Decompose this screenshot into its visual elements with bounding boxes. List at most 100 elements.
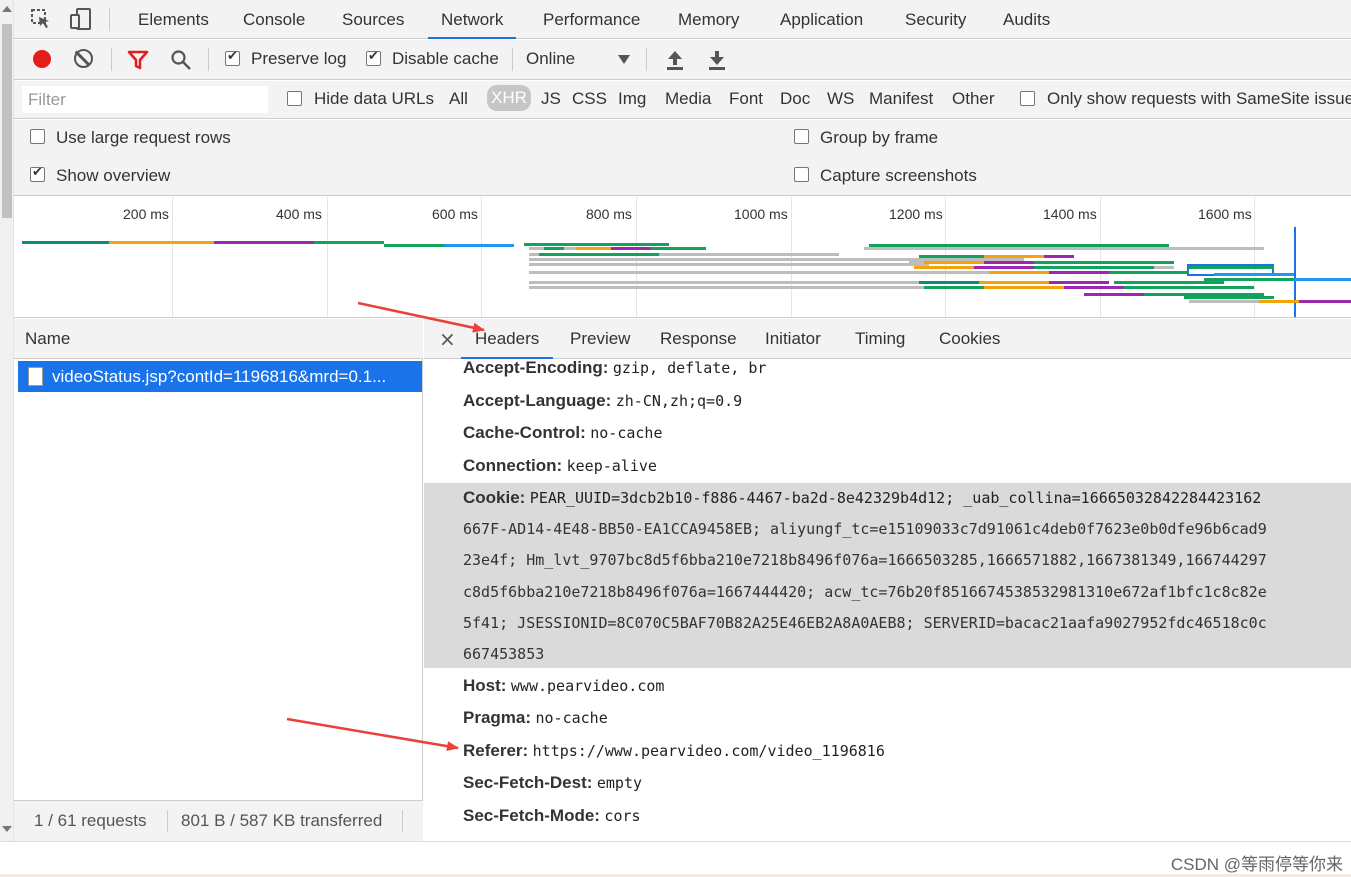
- tab-memory[interactable]: Memory: [678, 0, 739, 39]
- waterfall-bar: [979, 281, 1049, 284]
- cookie-line: 5f41; JSESSIONID=8C070C5BAF70B82A25E46EB…: [463, 614, 1267, 632]
- filter-type-font[interactable]: Font: [729, 89, 763, 109]
- waterfall-bar: [1034, 266, 1154, 269]
- divider: [512, 48, 513, 71]
- tab-audits[interactable]: Audits: [1003, 0, 1050, 39]
- waterfall-bar: [529, 258, 909, 261]
- request-count: 1 / 61 requests: [34, 811, 147, 830]
- scroll-down-icon[interactable]: [2, 826, 12, 832]
- tab-headers[interactable]: Headers: [461, 319, 554, 359]
- page-scrollbar[interactable]: [0, 0, 14, 843]
- search-icon[interactable]: [170, 49, 192, 71]
- name-column-header[interactable]: Name: [14, 319, 423, 359]
- waterfall-bar: [984, 286, 1064, 289]
- scrollbar-thumb[interactable]: [2, 24, 12, 218]
- grid-line: [327, 197, 328, 317]
- disable-cache-checkbox[interactable]: [366, 49, 381, 66]
- waterfall-bar: [529, 286, 929, 289]
- capture-screenshots-checkbox[interactable]: [794, 167, 809, 182]
- waterfall-bar: [529, 281, 919, 284]
- filter-type-xhr[interactable]: XHR: [487, 85, 531, 111]
- header-accept-language: Accept-Language: zh-CN,zh;q=0.9: [463, 391, 743, 410]
- filter-type-manifest[interactable]: Manifest: [869, 89, 933, 109]
- waterfall-bar: [984, 255, 1044, 258]
- device-toolbar-icon[interactable]: [70, 8, 92, 30]
- throttling-select[interactable]: Online: [526, 49, 575, 69]
- tab-application[interactable]: Application: [780, 0, 863, 39]
- group-by-frame-checkbox[interactable]: [794, 129, 809, 144]
- waterfall-bar: [1049, 271, 1109, 274]
- header-cache-control: Cache-Control: no-cache: [463, 423, 663, 442]
- waterfall-bar: [529, 263, 929, 266]
- waterfall-bar: [989, 271, 1049, 274]
- close-icon[interactable]: ×: [439, 327, 456, 351]
- waterfall-bar: [864, 247, 1264, 250]
- waterfall-bar: [1114, 281, 1224, 284]
- filter-type-img[interactable]: Img: [618, 89, 646, 109]
- waterfall-bar: [539, 253, 659, 256]
- waterfall-bar: [109, 241, 214, 244]
- filter-type-media[interactable]: Media: [665, 89, 711, 109]
- request-row[interactable]: videoStatus.jsp?contId=1196816&mrd=0.1..…: [18, 361, 422, 392]
- filter-input[interactable]: [22, 86, 268, 113]
- samesite-checkbox[interactable]: [1020, 91, 1035, 106]
- inspect-element-icon[interactable]: [30, 8, 52, 30]
- tab-security[interactable]: Security: [905, 0, 966, 39]
- record-icon[interactable]: [33, 50, 51, 68]
- export-har-icon[interactable]: [708, 49, 726, 71]
- divider: [646, 48, 647, 71]
- filter-type-doc[interactable]: Doc: [780, 89, 810, 109]
- waterfall-bar: [1124, 261, 1174, 264]
- request-details: × Headers Preview Response Initiator Tim…: [424, 319, 1351, 841]
- details-tabbar: × Headers Preview Response Initiator Tim…: [424, 319, 1351, 359]
- waterfall-bar: [1034, 261, 1124, 264]
- tick-label: 1200 ms: [889, 206, 943, 222]
- preserve-log-checkbox[interactable]: [225, 49, 240, 66]
- capture-screenshots-label: Capture screenshots: [820, 166, 977, 185]
- tab-network[interactable]: Network: [428, 0, 517, 39]
- tick-label: 600 ms: [432, 206, 478, 222]
- clear-icon[interactable]: [74, 49, 93, 68]
- waterfall-bar: [984, 261, 1034, 264]
- filter-type-css[interactable]: CSS: [572, 89, 607, 109]
- divider: [111, 48, 112, 71]
- scroll-up-icon[interactable]: [2, 6, 12, 12]
- filter-type-js[interactable]: JS: [541, 89, 561, 109]
- grid-line: [172, 197, 173, 317]
- grid-line: [1100, 197, 1101, 317]
- waterfall-bar: [1259, 300, 1299, 303]
- chevron-down-icon[interactable]: [618, 55, 630, 64]
- tab-console[interactable]: Console: [243, 0, 305, 39]
- bottom-strip: CSDN @等雨停等你来: [0, 841, 1351, 877]
- tab-cookies[interactable]: Cookies: [939, 319, 1000, 359]
- network-toolbar: Preserve log Disable cache Online: [14, 40, 1351, 80]
- panel-tabbar: Elements Console Sources Network Perform…: [14, 0, 1351, 39]
- hide-data-urls-checkbox[interactable]: [287, 91, 302, 106]
- import-har-icon[interactable]: [666, 49, 684, 71]
- show-overview-checkbox[interactable]: [30, 165, 45, 182]
- tick-label: 800 ms: [586, 206, 632, 222]
- filter-type-other[interactable]: Other: [952, 89, 995, 109]
- filter-type-all[interactable]: All: [449, 89, 468, 109]
- tab-preview[interactable]: Preview: [570, 319, 630, 359]
- waterfall-bar: [919, 271, 989, 274]
- header-connection: Connection: keep-alive: [463, 456, 657, 475]
- filter-type-ws[interactable]: WS: [827, 89, 854, 109]
- tab-performance[interactable]: Performance: [543, 0, 640, 39]
- waterfall-bar: [914, 266, 974, 269]
- tab-initiator[interactable]: Initiator: [765, 319, 821, 359]
- cookie-line: 667453853: [463, 645, 545, 663]
- devtools-window: Elements Console Sources Network Perform…: [0, 0, 1351, 877]
- tab-sources[interactable]: Sources: [342, 0, 404, 39]
- tick-label: 1000 ms: [734, 206, 788, 222]
- network-overview[interactable]: 200 ms 400 ms 600 ms 800 ms 1000 ms 1200…: [14, 197, 1351, 318]
- cookie-highlight: [424, 483, 1351, 668]
- tab-response[interactable]: Response: [660, 319, 737, 359]
- filter-icon[interactable]: [127, 50, 149, 70]
- divider: [208, 48, 209, 71]
- tab-elements[interactable]: Elements: [138, 0, 209, 39]
- document-icon: [28, 367, 43, 386]
- large-rows-checkbox[interactable]: [30, 129, 45, 144]
- tab-timing[interactable]: Timing: [855, 319, 905, 359]
- waterfall-bar: [314, 241, 384, 244]
